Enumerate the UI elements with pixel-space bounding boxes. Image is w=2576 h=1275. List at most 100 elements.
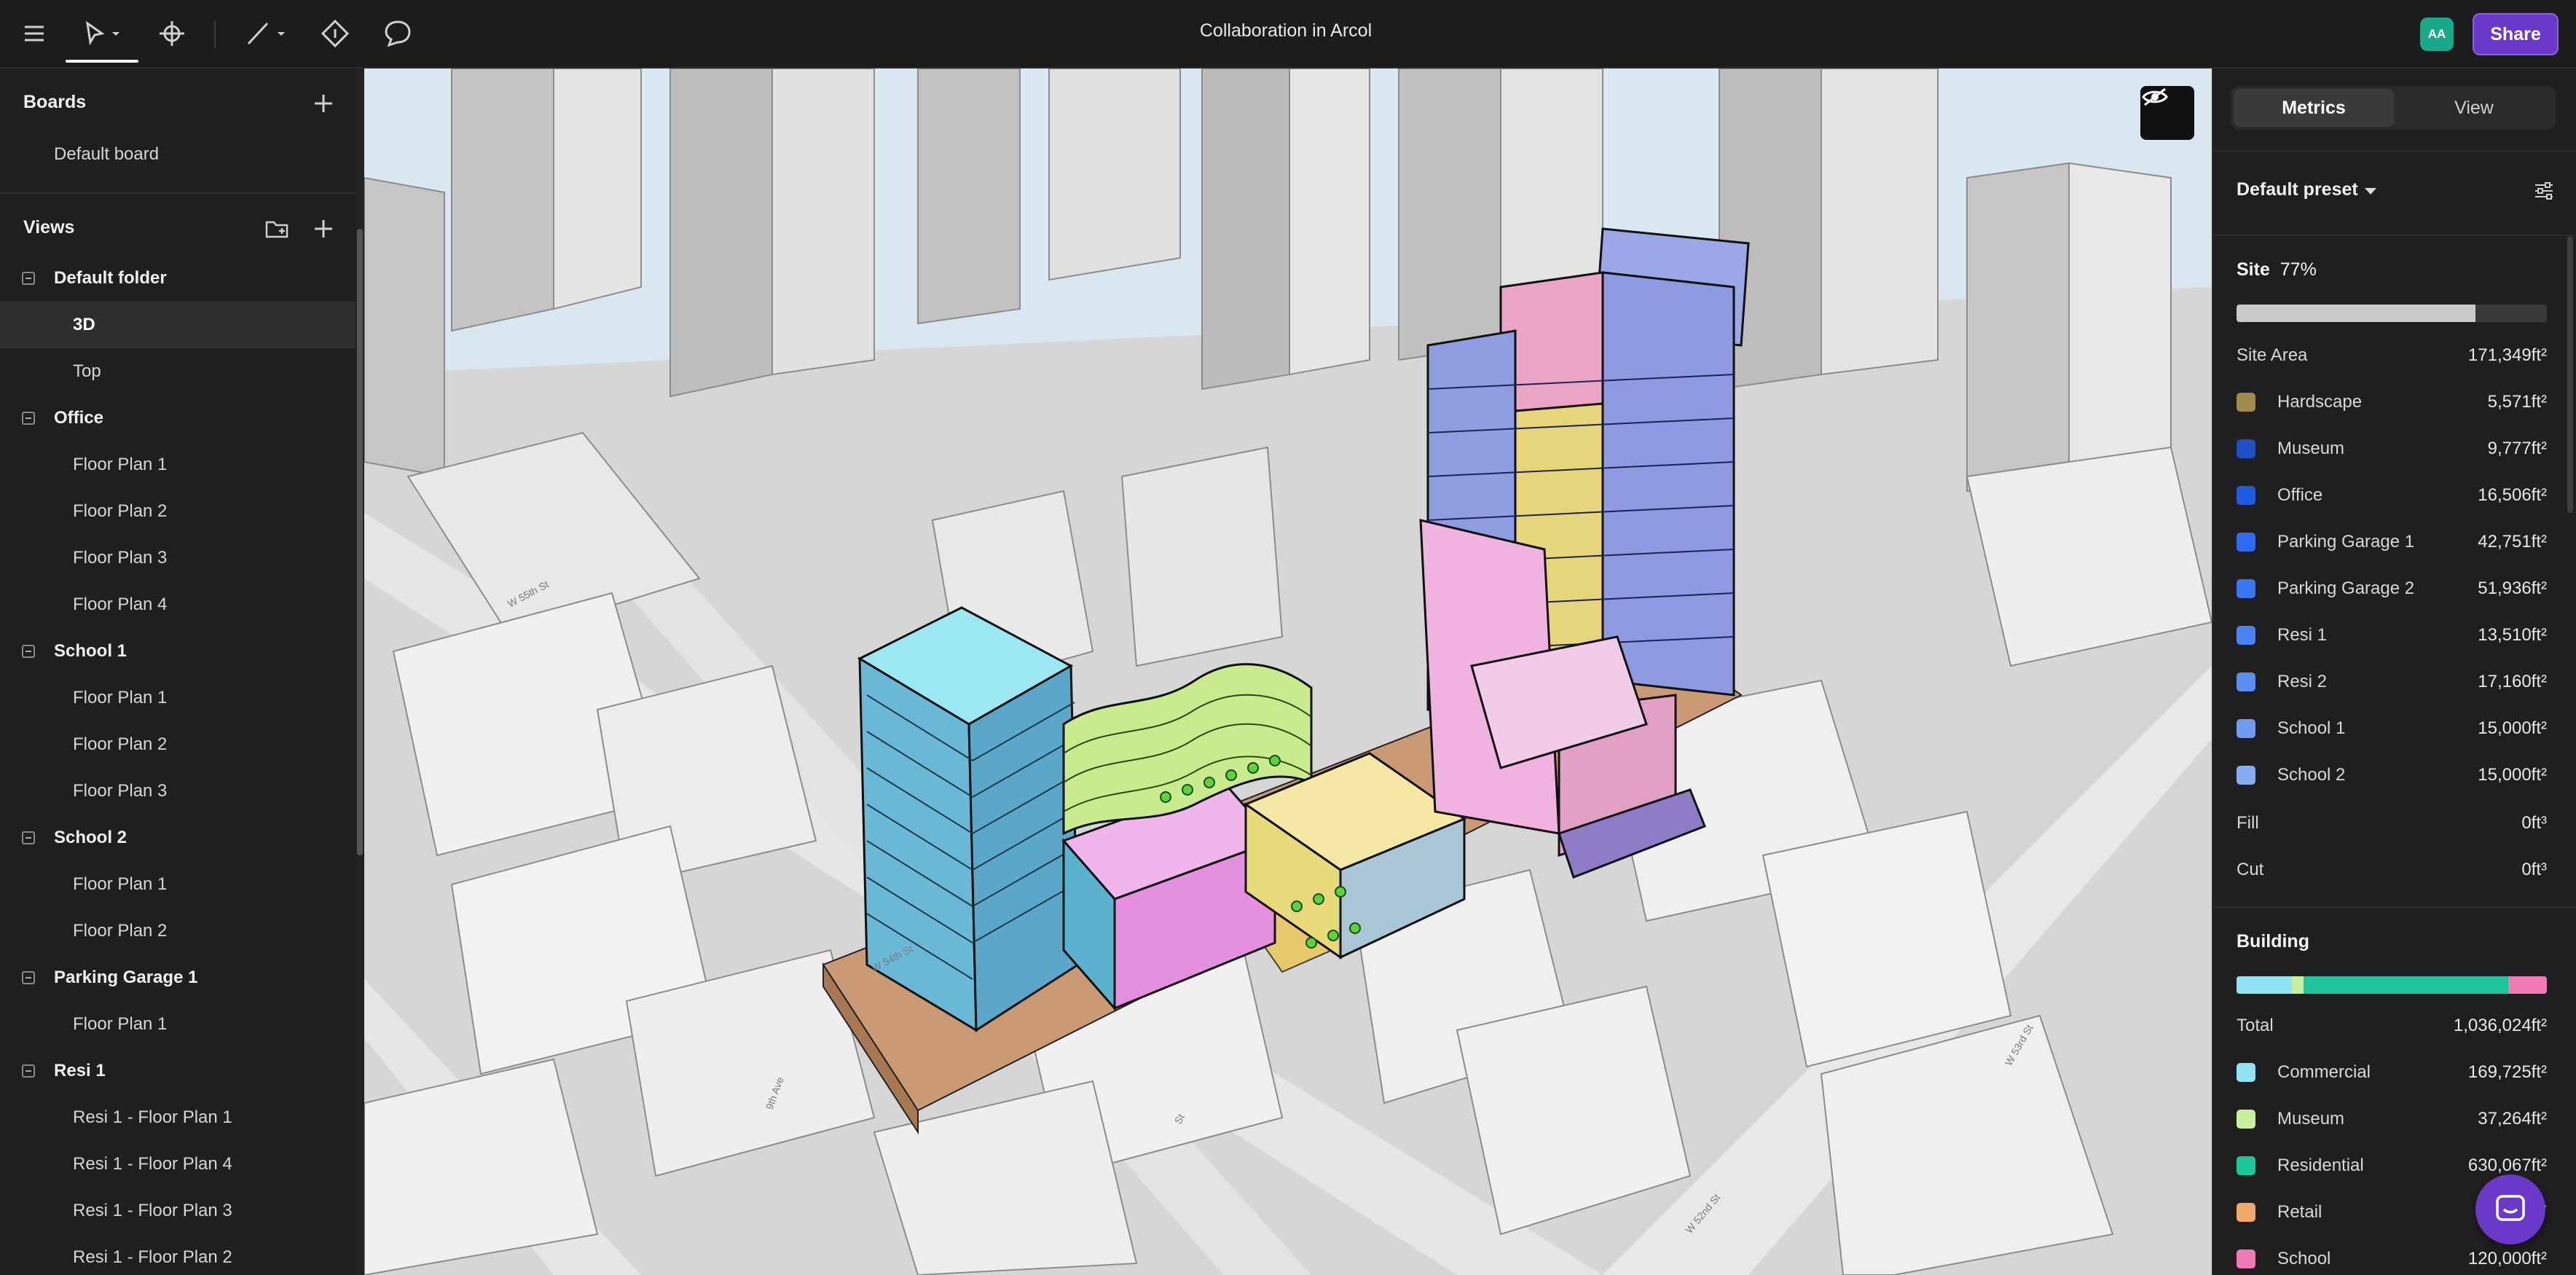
panel-divider bbox=[2213, 150, 2576, 152]
tree-view-item[interactable]: Resi 1 - Floor Plan 2 bbox=[0, 1234, 356, 1275]
chevron-down-icon[interactable] bbox=[2365, 188, 2376, 195]
building-total-row: Total 1,036,024ft² bbox=[2237, 1011, 2547, 1040]
tree-item-label: Floor Plan 2 bbox=[73, 501, 168, 521]
collapse-icon[interactable] bbox=[22, 1064, 35, 1078]
settings-sliders-icon[interactable] bbox=[2532, 179, 2556, 203]
active-tool-indicator bbox=[66, 60, 138, 63]
metric-label: Hardscape bbox=[2277, 392, 2363, 412]
tree-view-item[interactable]: Top bbox=[0, 348, 356, 395]
collapse-icon[interactable] bbox=[22, 831, 35, 844]
color-swatch bbox=[2237, 579, 2255, 598]
tree-view-item[interactable]: Floor Plan 1 bbox=[0, 861, 356, 908]
tree-item-label: Floor Plan 2 bbox=[73, 734, 168, 754]
metric-value: 15,000ft² bbox=[2478, 718, 2547, 738]
tree-folder[interactable]: Resi 1 bbox=[0, 1048, 356, 1094]
collapse-icon[interactable] bbox=[22, 971, 35, 984]
building-mix-segment bbox=[2304, 976, 2508, 994]
metrics-panel: Metrics View Default preset Site 77% Sit… bbox=[2212, 68, 2576, 1275]
metric-value: 37,264ft² bbox=[2478, 1109, 2547, 1129]
tree-view-item[interactable]: Floor Plan 1 bbox=[0, 442, 356, 488]
move-tool-icon[interactable] bbox=[153, 15, 191, 52]
tree-view-item[interactable]: Floor Plan 3 bbox=[0, 768, 356, 815]
city-model-render[interactable]: W 55th St W 54th St 9th Ave W 52nd St W … bbox=[364, 68, 2212, 1275]
tree-view-item[interactable]: Resi 1 - Floor Plan 4 bbox=[0, 1141, 356, 1188]
add-view-button[interactable] bbox=[309, 214, 338, 243]
tab-view[interactable]: View bbox=[2394, 89, 2554, 127]
metric-label: Resi 1 bbox=[2277, 625, 2328, 645]
3d-viewport[interactable]: W 55th St W 54th St 9th Ave W 52nd St W … bbox=[364, 68, 2212, 1275]
building-mix-bar bbox=[2237, 976, 2547, 994]
toolbar-divider bbox=[214, 20, 216, 48]
add-board-button[interactable] bbox=[309, 89, 338, 118]
collapse-icon[interactable] bbox=[22, 272, 35, 285]
color-swatch bbox=[2237, 719, 2255, 738]
color-swatch bbox=[2237, 486, 2255, 505]
folder-plus-icon bbox=[265, 221, 288, 238]
chat-support-button[interactable] bbox=[2475, 1174, 2545, 1244]
tree-view-item[interactable]: Floor Plan 1 bbox=[0, 1001, 356, 1048]
metric-value: 13,510ft² bbox=[2478, 625, 2547, 645]
collapse-icon[interactable] bbox=[22, 412, 35, 425]
share-button[interactable]: Share bbox=[2473, 13, 2559, 55]
tree-view-item[interactable]: Resi 1 - Floor Plan 1 bbox=[0, 1094, 356, 1141]
sidebar-scrollbar[interactable] bbox=[356, 68, 364, 1275]
document-title[interactable]: Collaboration in Arcol bbox=[1093, 20, 1479, 42]
tab-metrics[interactable]: Metrics bbox=[2234, 89, 2394, 127]
line-tool-icon[interactable] bbox=[239, 15, 296, 52]
metric-label: School 2 bbox=[2277, 765, 2346, 785]
metric-label: Retail bbox=[2277, 1202, 2322, 1222]
top-toolbar: Collaboration in Arcol AA Share bbox=[0, 0, 2576, 68]
tree-view-item[interactable]: Resi 1 - Floor Plan 3 bbox=[0, 1188, 356, 1234]
tree-folder[interactable]: School 2 bbox=[0, 815, 356, 861]
tree-folder[interactable]: Parking Garage 1 bbox=[0, 954, 356, 1001]
board-item-default[interactable]: Default board bbox=[54, 144, 159, 165]
select-cursor-icon[interactable] bbox=[76, 15, 131, 52]
tree-folder[interactable]: Office bbox=[0, 395, 356, 442]
site-metric-row: School 2 15,000ft² bbox=[2237, 761, 2547, 790]
tree-view-item[interactable]: Floor Plan 2 bbox=[0, 721, 356, 768]
tree-item-label: Parking Garage 1 bbox=[54, 968, 198, 987]
menu-icon[interactable] bbox=[17, 15, 51, 52]
tree-view-item[interactable]: Floor Plan 2 bbox=[0, 488, 356, 535]
tree-item-label: Floor Plan 4 bbox=[73, 595, 168, 614]
tree-view-item[interactable]: Floor Plan 4 bbox=[0, 581, 356, 628]
tree-folder[interactable]: School 1 bbox=[0, 628, 356, 675]
preset-dropdown[interactable]: Default preset bbox=[2237, 179, 2358, 200]
color-swatch bbox=[2237, 393, 2255, 412]
tree-item-label: Floor Plan 1 bbox=[73, 688, 168, 707]
panel-scrollbar[interactable] bbox=[2567, 236, 2573, 513]
views-heading: Views bbox=[23, 217, 75, 238]
site-percent: 77% bbox=[2279, 259, 2317, 280]
tree-item-label: Floor Plan 1 bbox=[73, 1014, 168, 1034]
tree-item-label: Floor Plan 3 bbox=[73, 781, 168, 801]
user-avatar[interactable]: AA bbox=[2420, 17, 2454, 51]
metric-value: 51,936ft² bbox=[2478, 578, 2547, 598]
tree-view-item[interactable]: Floor Plan 2 bbox=[0, 908, 356, 954]
tree-item-label: Office bbox=[54, 408, 104, 428]
tree-item-label: Resi 1 - Floor Plan 4 bbox=[73, 1154, 232, 1174]
chat-icon bbox=[2496, 1195, 2525, 1221]
cut-row: Cut 0ft³ bbox=[2237, 855, 2547, 884]
building-metric-row: School 120,000ft² bbox=[2237, 1244, 2547, 1274]
tree-item-label: Default folder bbox=[54, 268, 167, 288]
tree-item-label: Floor Plan 3 bbox=[73, 548, 168, 568]
metric-value: 42,751ft² bbox=[2478, 532, 2547, 552]
color-swatch bbox=[2237, 1063, 2255, 1082]
building-total-label: Total bbox=[2237, 1016, 2274, 1035]
tree-item-label: Resi 1 - Floor Plan 2 bbox=[73, 1247, 232, 1267]
site-area-row: Site Area 171,349ft² bbox=[2237, 341, 2547, 370]
color-swatch bbox=[2237, 1203, 2255, 1222]
tree-folder[interactable]: Default folder bbox=[0, 255, 356, 302]
comment-icon[interactable] bbox=[379, 15, 417, 52]
collapse-icon[interactable] bbox=[22, 645, 35, 658]
tree-view-item[interactable]: 3D bbox=[0, 302, 356, 348]
shape-tool-icon[interactable] bbox=[316, 15, 354, 52]
tree-view-item[interactable]: Floor Plan 1 bbox=[0, 675, 356, 721]
metric-value: 15,000ft² bbox=[2478, 765, 2547, 785]
tree-view-item[interactable]: Floor Plan 3 bbox=[0, 535, 356, 581]
new-folder-button[interactable] bbox=[262, 214, 291, 243]
building-metric-row: Museum 37,264ft² bbox=[2237, 1105, 2547, 1134]
visibility-toggle-button[interactable] bbox=[2140, 86, 2194, 140]
scrollbar-thumb[interactable] bbox=[357, 229, 363, 855]
cut-label: Cut bbox=[2237, 860, 2264, 879]
